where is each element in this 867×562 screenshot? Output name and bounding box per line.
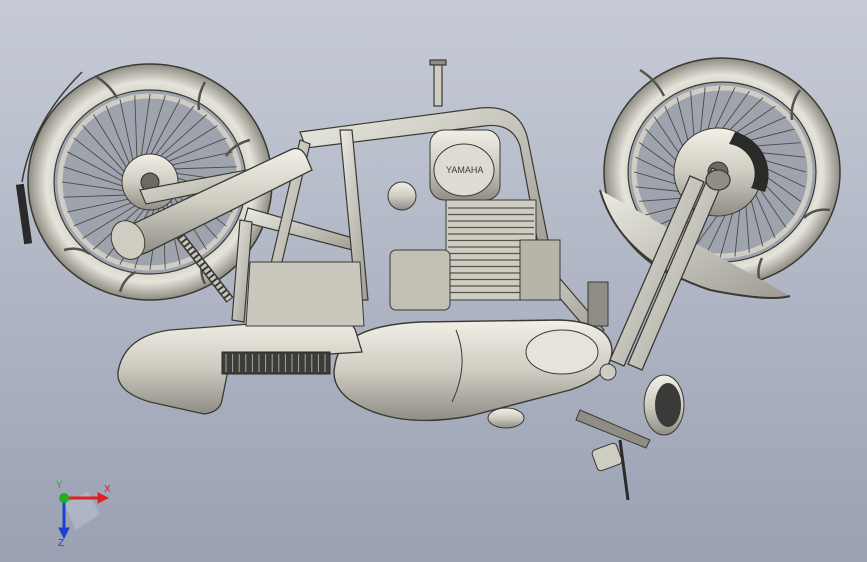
- engine-logo: YAMAHA: [446, 165, 483, 175]
- oil-cooler: [487, 407, 525, 429]
- y-axis-dot: [59, 493, 69, 503]
- motorcycle-model[interactable]: YAMAHA: [0, 0, 867, 562]
- fuel-tank[interactable]: [333, 319, 613, 422]
- view-orientation-triad[interactable]: X Y Z: [40, 478, 120, 548]
- z-axis-label: Z: [58, 538, 64, 548]
- front-cluster[interactable]: [575, 363, 685, 501]
- x-axis-label: X: [104, 484, 111, 495]
- z-axis-head: [58, 527, 70, 540]
- y-axis-label: Y: [56, 480, 63, 491]
- graphics-viewport[interactable]: YAMAHA X Y Z: [0, 0, 867, 562]
